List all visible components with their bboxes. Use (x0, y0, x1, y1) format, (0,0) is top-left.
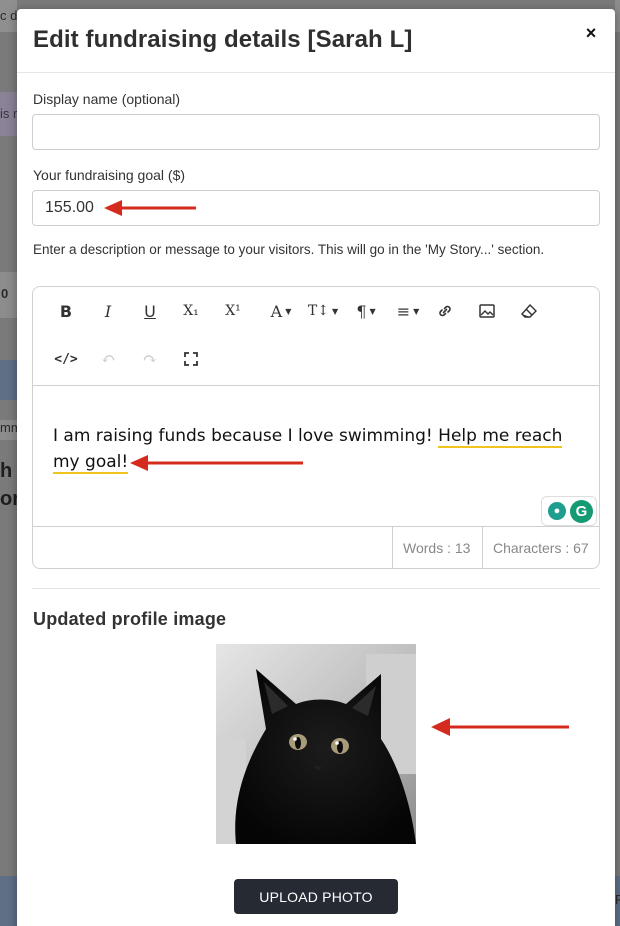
bold-icon[interactable]: B (49, 296, 83, 326)
align-icon[interactable]: ≡ ▼ (388, 296, 428, 326)
character-count: Characters : 67 (482, 527, 599, 568)
editor-counter-row: Words : 13 Characters : 67 (33, 526, 599, 568)
font-color-icon[interactable]: A ▼ (261, 296, 301, 326)
profile-image-title: Updated profile image (33, 609, 227, 629)
link-icon[interactable] (428, 296, 462, 326)
background-fragment: mm (0, 420, 17, 440)
font-size-icon[interactable]: T↕ ▼ (303, 296, 343, 326)
background-fragment: 0 (0, 272, 17, 318)
paragraph-icon[interactable]: ¶ ▼ (346, 296, 386, 326)
background-fragment (0, 360, 17, 400)
display-name-label: Display name (optional) (33, 91, 181, 107)
description-label: Enter a description or message to your v… (33, 242, 545, 257)
edit-fundraising-modal: Edit fundraising details [Sarah L] × Dis… (17, 9, 615, 926)
annotation-arrow-goal (104, 200, 196, 216)
underline-icon[interactable]: U (133, 296, 167, 326)
image-icon[interactable] (470, 296, 504, 326)
modal-header: Edit fundraising details [Sarah L] × (17, 9, 615, 73)
profile-image (216, 644, 416, 844)
annotation-arrow-image (431, 718, 569, 736)
rich-text-editor: B I U X₁ X¹ A ▼ T↕ ▼ ¶ ▼ ≡ ▼ </> ↶ ↷ I a… (32, 286, 600, 569)
lightbulb-icon[interactable]: ● (548, 502, 566, 520)
upload-photo-button[interactable]: UPLOAD PHOTO (234, 879, 398, 914)
grammarly-widget[interactable]: ● G (541, 496, 597, 526)
background-fragment: c de (0, 0, 17, 32)
section-divider (32, 588, 600, 589)
background-fragment (615, 0, 620, 32)
superscript-icon[interactable]: X¹ (216, 296, 250, 326)
undo-icon[interactable]: ↶ (91, 344, 125, 374)
goal-label: Your fundraising goal ($) (33, 167, 186, 183)
editor-toolbar: B I U X₁ X¹ A ▼ T↕ ▼ ¶ ▼ ≡ ▼ </> ↶ ↷ (33, 287, 599, 386)
redo-icon[interactable]: ↷ (133, 344, 167, 374)
background-fragment: h (0, 460, 13, 482)
code-view-icon[interactable]: </> (49, 344, 83, 374)
grammarly-icon[interactable]: G (570, 500, 593, 523)
close-icon[interactable]: × (581, 23, 601, 43)
background-fragment: is r (0, 92, 17, 136)
eraser-icon[interactable] (512, 296, 546, 326)
display-name-input[interactable] (32, 114, 600, 150)
background-fragment: F (615, 876, 620, 926)
modal-title: Edit fundraising details [Sarah L] (33, 26, 413, 53)
background-fragment: or (0, 488, 17, 510)
subscript-icon[interactable]: X₁ (174, 296, 208, 326)
background-fragment (0, 876, 17, 926)
italic-icon[interactable]: I (91, 296, 125, 326)
fullscreen-icon[interactable] (174, 344, 208, 374)
word-count: Words : 13 (392, 527, 482, 568)
annotation-arrow-description (130, 455, 303, 471)
